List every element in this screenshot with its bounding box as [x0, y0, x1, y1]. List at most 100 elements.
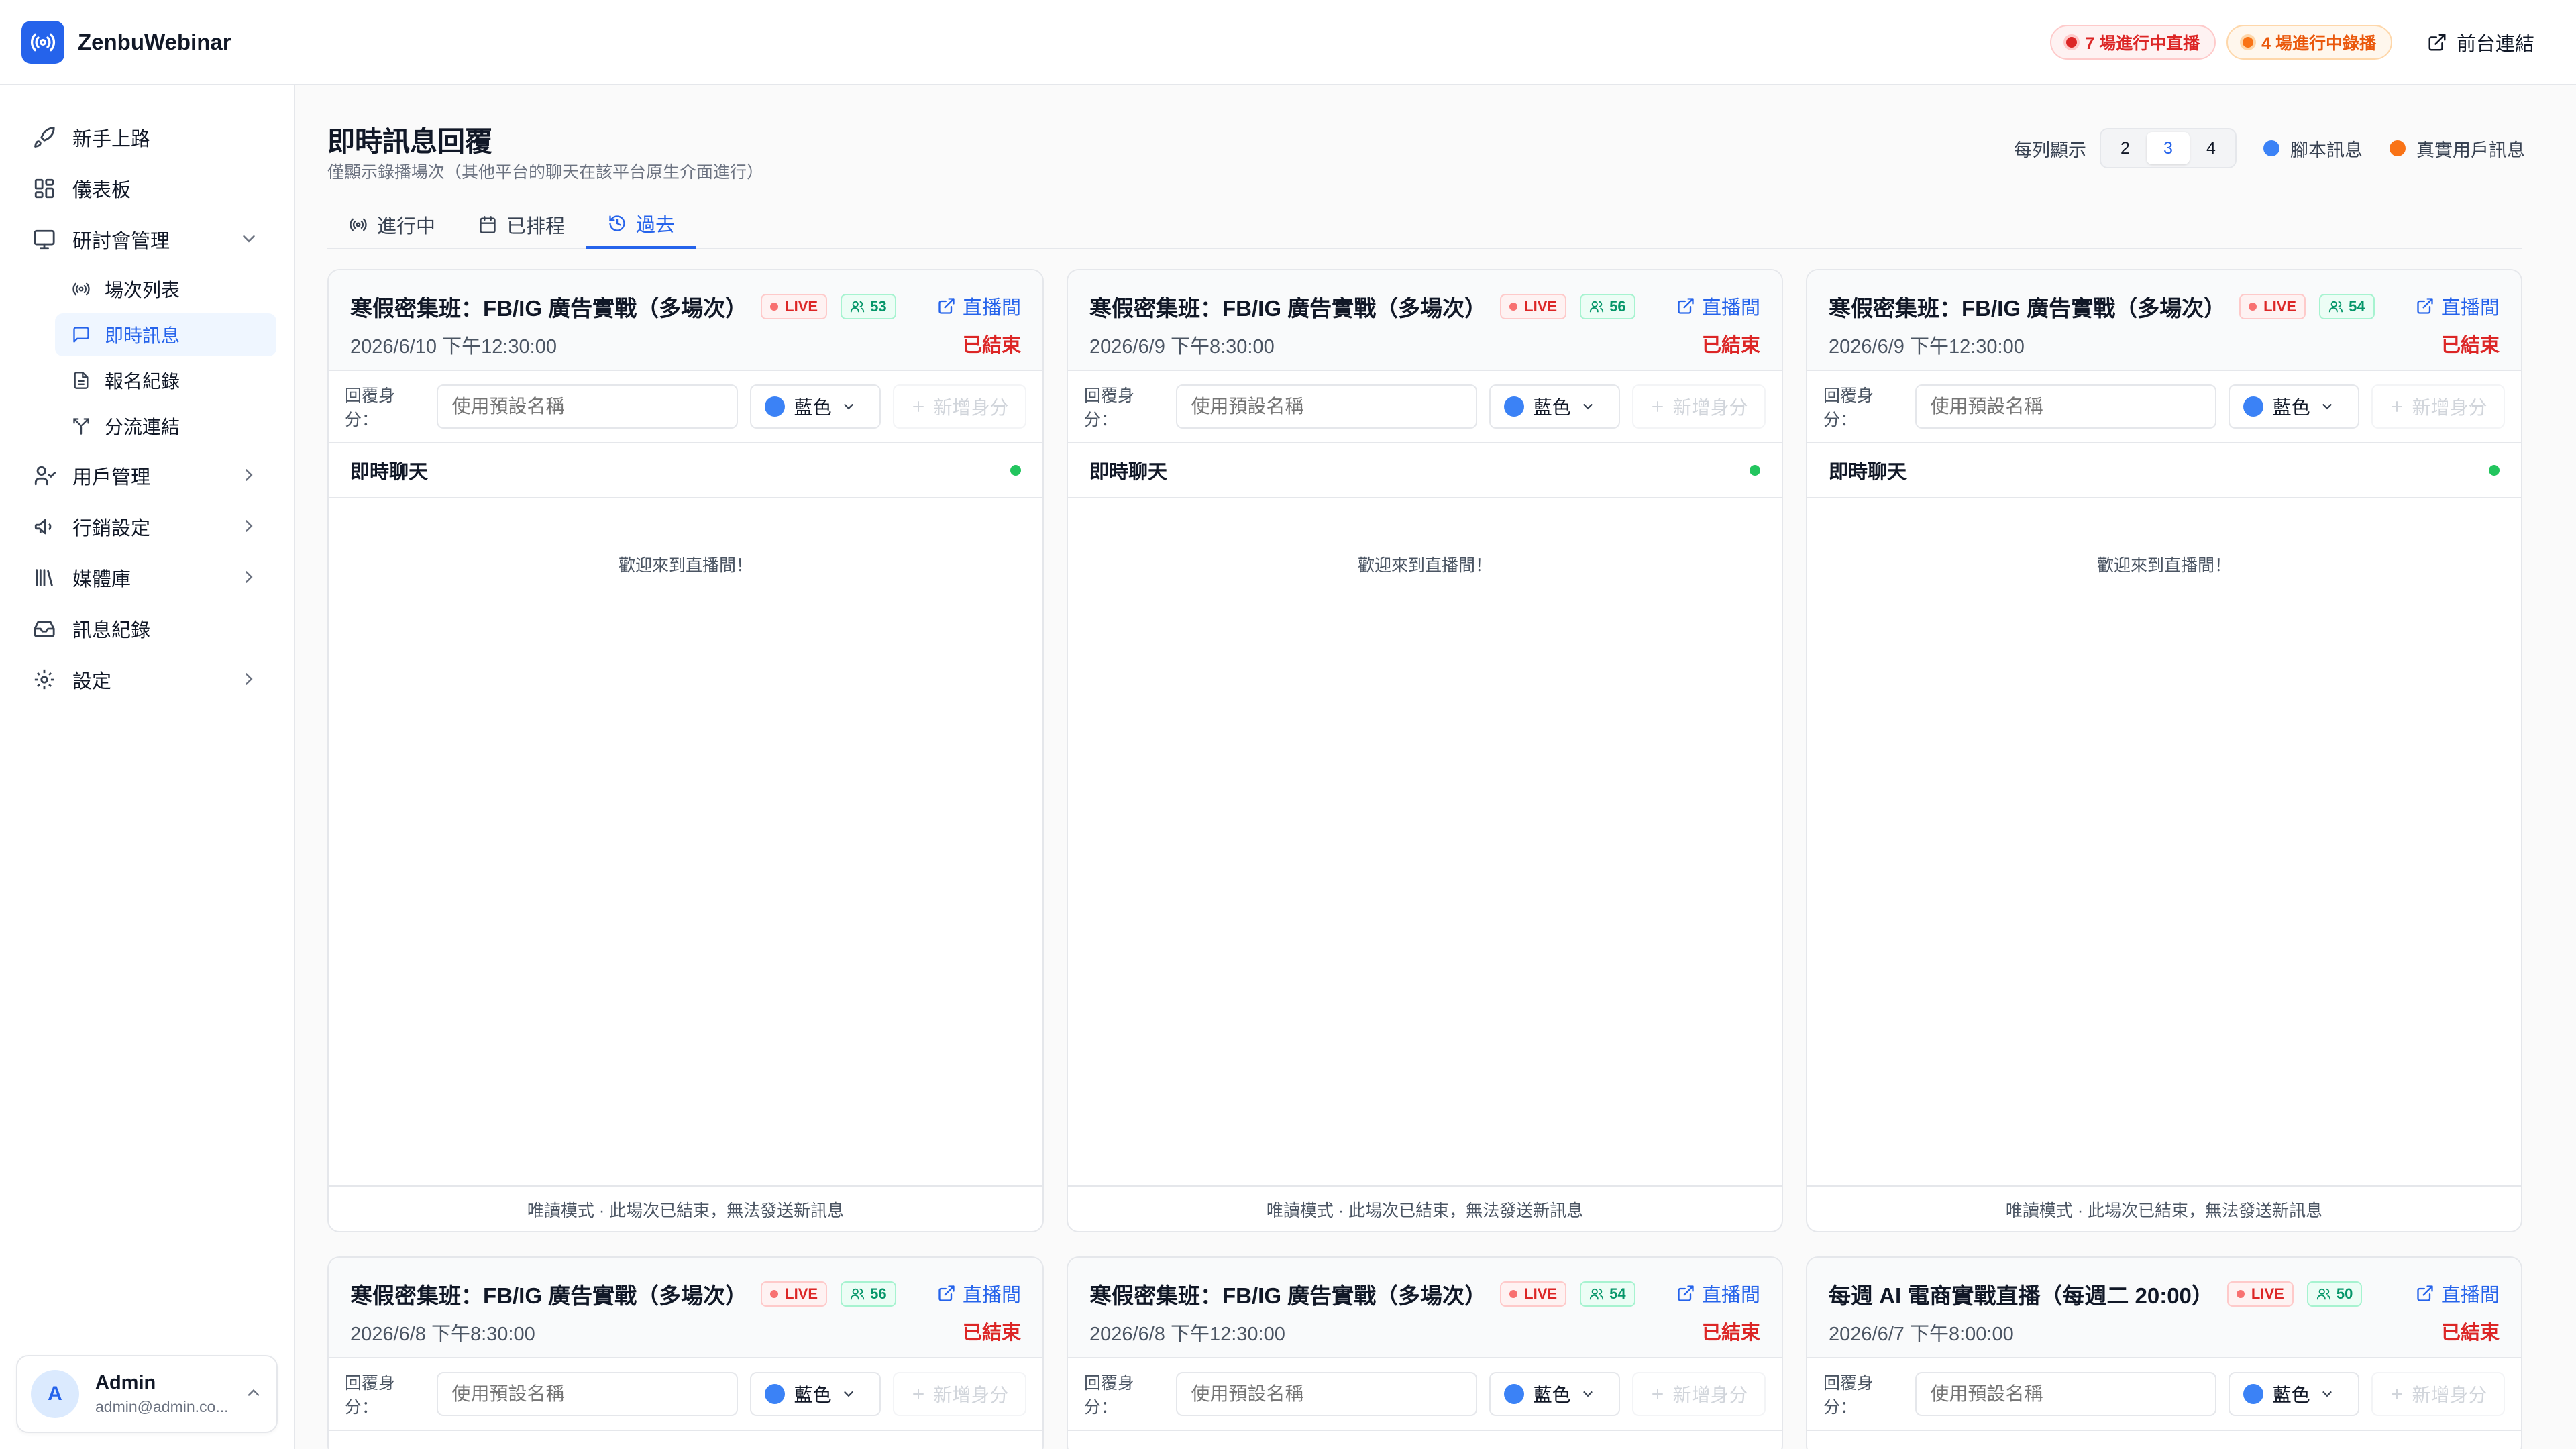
open-room-label: 直播間: [962, 297, 1021, 319]
sidebar-item-media-library[interactable]: 媒體庫: [0, 552, 294, 603]
add-identity-button[interactable]: 新增身分: [1631, 384, 1766, 429]
user-email: admin@admin.co...: [95, 1398, 229, 1415]
sidebar-item-getting-started[interactable]: 新手上路: [0, 112, 294, 163]
plus-icon: [913, 401, 924, 412]
chat-messages[interactable]: 歡迎來到直播間！: [329, 498, 1042, 1185]
session-card: 每週 AI 電商實戰直播（每週二 20:00） LIVE 50 直播間 2026…: [1806, 1256, 2522, 1449]
add-identity-button[interactable]: 新增身分: [892, 1372, 1026, 1416]
chat-messages[interactable]: 歡迎來到直播間！: [1807, 498, 2521, 1185]
open-room-link[interactable]: 直播間: [1676, 292, 1760, 320]
color-select[interactable]: 藍色: [749, 384, 881, 429]
legend-label: 腳本訊息: [2290, 140, 2363, 160]
reply-name-input[interactable]: [437, 384, 738, 429]
add-identity-button[interactable]: 新增身分: [892, 384, 1026, 429]
recording-dot-icon: [2243, 36, 2254, 48]
chevron-down-icon: [239, 229, 259, 254]
reply-identity-label: 回覆身分：: [345, 1374, 396, 1417]
add-identity-label: 新增身分: [1672, 1385, 1748, 1405]
viewer-count: 54: [1609, 1285, 1626, 1302]
per-row-label: 每列顯示: [2014, 140, 2086, 160]
add-identity-button[interactable]: 新增身分: [2371, 384, 2505, 429]
status-badge: 已結束: [1701, 1322, 1760, 1344]
welcome-message: 歡迎來到直播間！: [2096, 556, 2231, 575]
sidebar-subitem-label: 即時訊息: [105, 325, 180, 346]
reply-identity-label: 回覆身分：: [1823, 386, 1874, 429]
reply-identity-label: 回覆身分：: [345, 386, 396, 429]
chat-header: 即時聊天: [329, 443, 1042, 498]
front-link[interactable]: 前台連結: [2427, 28, 2534, 56]
sidebar-item-live-messages[interactable]: 即時訊息: [55, 313, 276, 356]
chat-header: 即時聊天: [1807, 443, 2521, 498]
color-select-label: 藍色: [1533, 1385, 1571, 1405]
live-badge-label: LIVE: [2263, 298, 2297, 315]
add-identity-button[interactable]: 新增身分: [2371, 1372, 2505, 1416]
reply-name-input[interactable]: [1915, 384, 2216, 429]
reply-identity-row: 回覆身分： 藍色 新增身分: [1068, 371, 1782, 443]
open-room-link[interactable]: 直播間: [937, 1279, 1021, 1307]
color-select[interactable]: 藍色: [1489, 1372, 1620, 1416]
tab-scheduled[interactable]: 已排程: [457, 201, 586, 249]
status-badge: 已結束: [962, 1322, 1021, 1344]
viewer-count-badge: 53: [841, 294, 896, 319]
color-select[interactable]: 藍色: [2228, 384, 2359, 429]
chevron-right-icon: [239, 465, 259, 490]
logo[interactable]: [21, 20, 64, 64]
history-icon: [609, 215, 625, 231]
sidebar-item-session-list[interactable]: 場次列表: [55, 268, 276, 311]
sidebar-item-marketing[interactable]: 行銷設定: [0, 501, 294, 552]
session-title: 每週 AI 電商實戰直播（每週二 20:00）: [1829, 1283, 2214, 1308]
external-link-icon: [938, 1285, 955, 1301]
live-badge-label: LIVE: [785, 298, 818, 315]
sidebar-item-split-links[interactable]: 分流連結: [55, 405, 276, 447]
chat-title: 即時聊天: [1829, 462, 1907, 483]
sidebar-item-registration-records[interactable]: 報名紀錄: [55, 359, 276, 402]
sidebar-item-label: 研討會管理: [72, 231, 170, 252]
color-select[interactable]: 藍色: [1489, 384, 1620, 429]
tab-bar: 進行中 已排程 過去: [327, 201, 2522, 249]
live-badge-label: LIVE: [785, 1285, 818, 1302]
add-identity-button[interactable]: 新增身分: [1631, 1372, 1766, 1416]
split-icon: [71, 416, 91, 436]
live-badge-label: LIVE: [2251, 1285, 2284, 1302]
reply-identity-row: 回覆身分： 藍色 新增身分: [329, 371, 1042, 443]
live-dot-icon: [2066, 36, 2078, 48]
broadcast-icon: [71, 279, 91, 299]
tab-in-progress[interactable]: 進行中: [327, 201, 457, 249]
sidebar-item-dashboard[interactable]: 儀表板: [0, 163, 294, 214]
open-room-link[interactable]: 直播間: [1676, 1279, 1760, 1307]
per-row-option-2[interactable]: 2: [2104, 132, 2147, 164]
reply-name-input[interactable]: [1915, 1372, 2216, 1416]
color-swatch: [2243, 396, 2263, 417]
user-menu[interactable]: A Admin admin@admin.co...: [16, 1355, 278, 1433]
color-select[interactable]: 藍色: [749, 1372, 881, 1416]
live-count-pill[interactable]: 7 場進行中直播: [2050, 24, 2216, 60]
top-bar: ZenbuWebinar 7 場進行中直播 4 場進行中錄播 前台連結: [0, 0, 2576, 85]
page-subtitle: 僅顯示錄播場次（其他平台的聊天在該平台原生介面進行）: [327, 163, 764, 182]
sidebar-item-label: 行銷設定: [72, 518, 151, 539]
session-time: 2026/6/10 下午12:30:00: [350, 336, 557, 358]
per-row-selector: 2 3 4: [2100, 128, 2237, 168]
legend-script-messages: 腳本訊息: [2263, 136, 2363, 162]
reply-name-input[interactable]: [437, 1372, 738, 1416]
reply-name-input[interactable]: [1176, 384, 1477, 429]
sidebar-item-webinar-management[interactable]: 研討會管理: [0, 214, 294, 265]
chat-messages[interactable]: 歡迎來到直播間！: [1068, 498, 1782, 1185]
users-icon: [850, 301, 865, 313]
sidebar-item-user-management[interactable]: 用戶管理: [0, 450, 294, 501]
recording-count-pill[interactable]: 4 場進行中錄播: [2226, 24, 2392, 60]
open-room-link[interactable]: 直播間: [937, 292, 1021, 320]
tab-past[interactable]: 過去: [586, 201, 697, 249]
sidebar-item-message-log[interactable]: 訊息紀錄: [0, 603, 294, 654]
rocket-icon: [32, 125, 56, 150]
per-row-option-3[interactable]: 3: [2147, 132, 2190, 164]
per-row-option-4[interactable]: 4: [2190, 132, 2233, 164]
reply-name-input[interactable]: [1176, 1372, 1477, 1416]
chevron-down-icon: [2322, 1391, 2332, 1397]
live-badge: LIVE: [1500, 1281, 1567, 1307]
open-room-link[interactable]: 直播間: [2416, 292, 2500, 320]
sidebar-item-settings[interactable]: 設定: [0, 654, 294, 705]
chevron-down-icon: [843, 1391, 853, 1397]
color-select[interactable]: 藍色: [2228, 1372, 2359, 1416]
open-room-link[interactable]: 直播間: [2416, 1279, 2500, 1307]
file-icon: [71, 370, 91, 390]
